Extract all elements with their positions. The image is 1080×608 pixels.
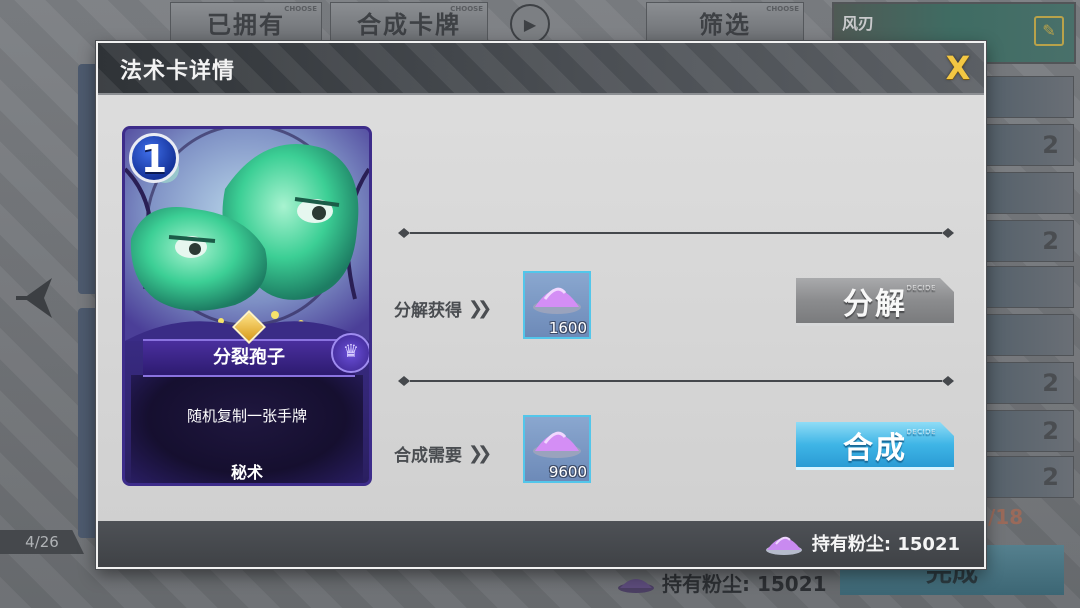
double-chevron-right-icon: ❯❯ [468, 443, 492, 464]
divider-line [398, 376, 954, 386]
tab-filter-label: 筛选 [699, 10, 751, 39]
spell-card-detail-dialog: 法术卡详情 X 1 分裂孢子 ♛ 随机复制一张手牌 秘术 分解获得 ❯❯ 160… [96, 41, 986, 569]
deck-card-row: 2 [984, 124, 1074, 166]
rarity-crest-icon: ♛ [331, 333, 369, 373]
tab-craft-cards: 合成卡牌 CHOOSE [330, 2, 488, 42]
craft-dust-amount: 9600 [548, 463, 587, 481]
dust-total-label: 持有粉尘: 15021 [811, 534, 960, 555]
spell-card: 1 分裂孢子 ♛ 随机复制一张手牌 秘术 [122, 126, 372, 486]
deck-card-row: 2 [984, 362, 1074, 404]
tab-filter-tag: CHOOSE [766, 5, 799, 13]
craft-button-label: 合成 [843, 430, 907, 466]
dust-pile-icon [618, 578, 654, 593]
deck-card-count: 2 [1042, 227, 1059, 255]
deck-card-top-name: 风刃 [842, 14, 875, 33]
disenchant-button-tag: DECIDE [906, 284, 936, 292]
craft-dust-slot: 9600 [523, 415, 591, 483]
double-chevron-right-icon: ❯❯ [468, 298, 492, 319]
card-type: 秘术 [230, 463, 263, 482]
deck-card-row [984, 314, 1074, 356]
tab-owned-label: 已拥有 [207, 10, 285, 39]
play-icon: ▶ [510, 4, 550, 44]
deck-card-count: 2 [1042, 369, 1059, 397]
deck-card-row: 2 [984, 220, 1074, 262]
tab-owned: 已拥有 CHOOSE [170, 2, 322, 42]
disenchant-button[interactable]: 分解 DECIDE [796, 278, 954, 326]
disenchant-button-label: 分解 [843, 286, 907, 322]
craft-button[interactable]: 合成 DECIDE [796, 422, 954, 470]
craft-label: 合成需要 [394, 446, 462, 466]
tab-filter: 筛选 CHOOSE [646, 2, 804, 42]
dialog-title: 法术卡详情 [120, 59, 236, 84]
card-name: 分裂孢子 [143, 339, 355, 377]
dust-total: 持有粉尘: 15021 [764, 530, 960, 556]
deck-card-count: 2 [1042, 463, 1059, 491]
tab-owned-tag: CHOOSE [284, 5, 317, 13]
background-dust-label: 持有粉尘: 15021 [662, 572, 827, 596]
deck-card-row [984, 266, 1074, 308]
deck-card-count: 2 [1042, 131, 1059, 159]
disenchant-dust-amount: 1600 [548, 319, 587, 337]
mana-cost-icon: 1 [129, 133, 179, 183]
background-dust-total: 持有粉尘: 15021 [616, 568, 827, 597]
divider-line [398, 228, 954, 238]
dialog-header: 法术卡详情 X [98, 43, 984, 95]
disenchant-dust-slot: 1600 [523, 271, 591, 339]
dust-pile-icon [765, 536, 802, 555]
arrow-left-icon [16, 278, 52, 318]
deck-card-count: 2 [1042, 417, 1059, 445]
dust-pile-icon [533, 431, 581, 458]
tab-craft-cards-label: 合成卡牌 [357, 10, 461, 39]
deck-card-row [984, 172, 1074, 214]
deck-card-row [984, 76, 1074, 118]
card-description: 随机复制一张手牌 [186, 407, 307, 425]
deck-card-row: 2 [984, 456, 1074, 498]
collection-page-count: 4/26 [0, 530, 84, 554]
deck-card-row: 2 [984, 410, 1074, 452]
disenchant-label: 分解获得 [394, 301, 462, 321]
edit-icon: ✎ [1034, 16, 1064, 46]
dialog-footer: 持有粉尘: 15021 [98, 521, 984, 567]
craft-button-tag: DECIDE [906, 428, 936, 436]
craft-row-label: 合成需要 ❯❯ [394, 441, 492, 466]
dust-pile-icon [533, 287, 581, 314]
tab-craft-cards-tag: CHOOSE [450, 5, 483, 13]
deck-progress: /18 [988, 505, 1024, 529]
disenchant-row-label: 分解获得 ❯❯ [394, 296, 492, 321]
close-icon[interactable]: X [942, 51, 974, 85]
